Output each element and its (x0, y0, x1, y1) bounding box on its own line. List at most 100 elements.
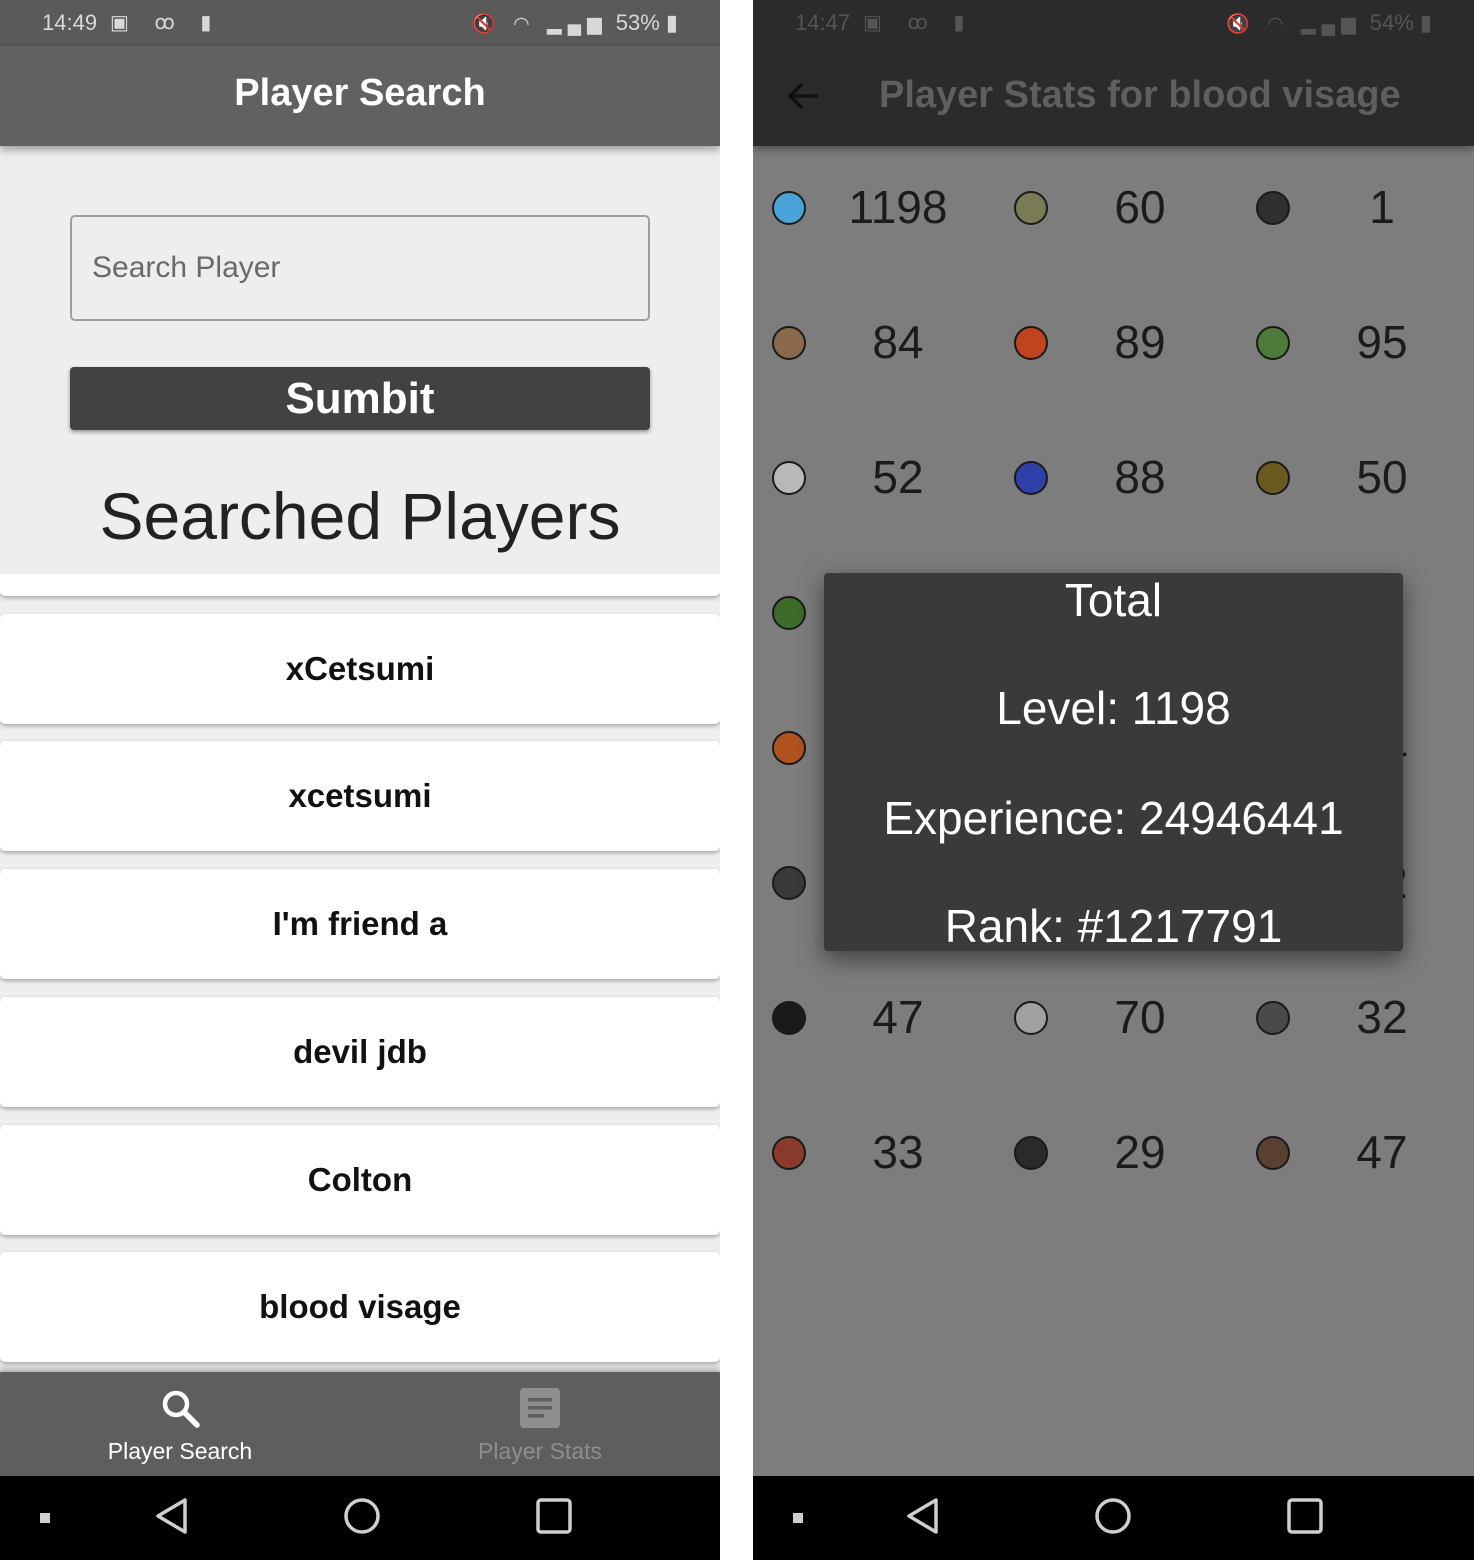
stat-level: 47 (872, 991, 924, 1043)
stat-level: 88 (1114, 451, 1166, 503)
list-item[interactable]: devil jdb (0, 997, 720, 1107)
stat-level: 1 (1369, 181, 1395, 233)
stat-level: 89 (1114, 316, 1166, 368)
list-item-partial[interactable] (0, 574, 720, 596)
stat-cell[interactable]: 1198 (753, 146, 993, 282)
overview-square-icon[interactable] (534, 1496, 574, 1536)
stat-level: 33 (872, 1126, 924, 1178)
defence-icon (1256, 191, 1290, 225)
system-navigation-bar (753, 1476, 1474, 1560)
battery-percent: 54% (1369, 10, 1414, 35)
skill-detail-dialog: Total Level: 1198 Experience: 24946441 R… (824, 573, 1403, 952)
page-title: Player Stats for blood visage (879, 74, 1401, 116)
stat-cell[interactable]: 52 (753, 416, 993, 552)
total-icon (772, 191, 806, 225)
battery-percent: 53% (615, 10, 660, 35)
attack-icon (1014, 191, 1048, 225)
home-circle-icon[interactable] (1093, 1496, 1133, 1536)
stats-grid: 1198601848995528850645214814447245247703… (753, 146, 1474, 1476)
stat-level: 52 (872, 451, 924, 503)
back-triangle-icon[interactable] (903, 1496, 943, 1536)
stat-level: 84 (872, 316, 924, 368)
ranged-icon (1256, 326, 1290, 360)
stat-cell[interactable]: 88 (995, 416, 1235, 552)
thieving-icon (772, 1001, 806, 1035)
stats-icon (520, 1388, 560, 1428)
stat-cell[interactable]: 84 (753, 281, 993, 417)
search-input[interactable] (70, 215, 650, 321)
firemaking-icon (772, 731, 806, 765)
stat-cell[interactable]: 89 (995, 281, 1235, 417)
list-item[interactable]: xCetsumi (0, 614, 720, 724)
back-triangle-icon[interactable] (152, 1496, 192, 1536)
player-stats-screen: 14:47 ▣ ꝏ ▮ 🔇 ◠ ▂▄▆ 54% ▮ Player Stats fo… (753, 0, 1474, 1560)
stat-level: 60 (1114, 181, 1166, 233)
overview-square-icon[interactable] (1285, 1496, 1325, 1536)
dialog-title: Total (1064, 574, 1163, 626)
stat-cell[interactable]: 1 (1237, 146, 1474, 282)
mining-icon (772, 866, 806, 900)
woodcutting-icon (772, 596, 806, 630)
stat-level: 29 (1114, 1126, 1166, 1178)
list-item[interactable]: xcetsumi (0, 741, 720, 851)
dialog-level: Level: 1198 (996, 682, 1231, 734)
dialog-experience: Experience: 24946441 (883, 792, 1344, 844)
stat-cell[interactable]: 47 (1237, 1091, 1474, 1227)
searched-players-heading: Searched Players (99, 479, 621, 553)
farming-icon (1256, 1001, 1290, 1035)
searched-players-list[interactable]: xCetsumi xcetsumi I'm friend a devil jdb… (0, 574, 720, 1372)
stat-cell[interactable]: 70 (995, 956, 1235, 1092)
stat-cell[interactable]: 32 (1237, 956, 1474, 1092)
strength-icon (772, 326, 806, 360)
list-item[interactable]: blood visage (0, 1252, 720, 1362)
status-time: 14:47 (795, 10, 851, 35)
stat-cell[interactable]: 60 (995, 146, 1235, 282)
stat-level: 95 (1356, 316, 1408, 368)
stat-cell[interactable]: 50 (1237, 416, 1474, 552)
stat-cell[interactable]: 29 (995, 1091, 1235, 1227)
player-search-screen: 14:49 ▣ ꝏ ▮ 🔇 ◠ ▂▄▆ 53% ▮ Player Search S… (0, 0, 720, 1560)
nav-label: Player Stats (478, 1438, 602, 1464)
status-right: 🔇 ◠ ▂▄▆ 54% ▮ (1226, 10, 1432, 35)
nav-label: Player Search (107, 1438, 253, 1464)
stat-level: 70 (1114, 991, 1166, 1043)
stat-cell[interactable]: 95 (1237, 281, 1474, 417)
recents-dot-icon (40, 1513, 50, 1523)
list-item[interactable]: Colton (0, 1125, 720, 1235)
notification-icons: ▣ ꝏ ▮ (110, 12, 222, 34)
stat-level: 1198 (848, 181, 948, 233)
status-time: 14:49 (42, 10, 98, 35)
status-bar: 14:49 ▣ ꝏ ▮ 🔇 ◠ ▂▄▆ 53% ▮ (0, 0, 720, 46)
nav-player-search[interactable]: Player Search (0, 1372, 360, 1476)
signal-icons: 🔇 ◠ ▂▄▆ (472, 14, 608, 35)
status-right: 🔇 ◠ ▂▄▆ 53% ▮ (472, 10, 678, 35)
app-bar: Player Search (0, 46, 720, 146)
stat-level: 32 (1356, 991, 1408, 1043)
stat-cell[interactable]: 47 (753, 956, 993, 1092)
hunter-icon (1014, 1136, 1048, 1170)
system-navigation-bar (0, 1476, 720, 1560)
stat-cell[interactable]: 33 (753, 1091, 993, 1227)
nav-player-stats[interactable]: Player Stats (360, 1372, 720, 1476)
notification-icons: ▣ ꝏ ▮ (863, 12, 975, 34)
cooking-icon (1256, 461, 1290, 495)
dialog-rank: Rank: #1217791 (944, 900, 1283, 952)
runecraft-icon (772, 1136, 806, 1170)
prayer-icon (772, 461, 806, 495)
construction-icon (1256, 1136, 1290, 1170)
magic-icon (1014, 461, 1048, 495)
submit-button[interactable]: Sumbit (70, 367, 650, 430)
signal-icons: 🔇 ◠ ▂▄▆ (1226, 14, 1362, 35)
stat-level: 47 (1356, 1126, 1408, 1178)
stat-level: 50 (1356, 451, 1408, 503)
bottom-navigation: Player Search Player Stats (0, 1372, 720, 1476)
status-bar: 14:47 ▣ ꝏ ▮ 🔇 ◠ ▂▄▆ 54% ▮ (753, 0, 1474, 46)
page-title: Player Search (234, 72, 486, 114)
list-item[interactable]: I'm friend a (0, 869, 720, 979)
hitpoints-icon (1014, 326, 1048, 360)
home-circle-icon[interactable] (342, 1496, 382, 1536)
slayer-icon (1014, 1001, 1048, 1035)
back-arrow-icon[interactable] (783, 76, 823, 116)
recents-dot-icon (793, 1513, 803, 1523)
app-bar: Player Stats for blood visage (753, 46, 1474, 146)
